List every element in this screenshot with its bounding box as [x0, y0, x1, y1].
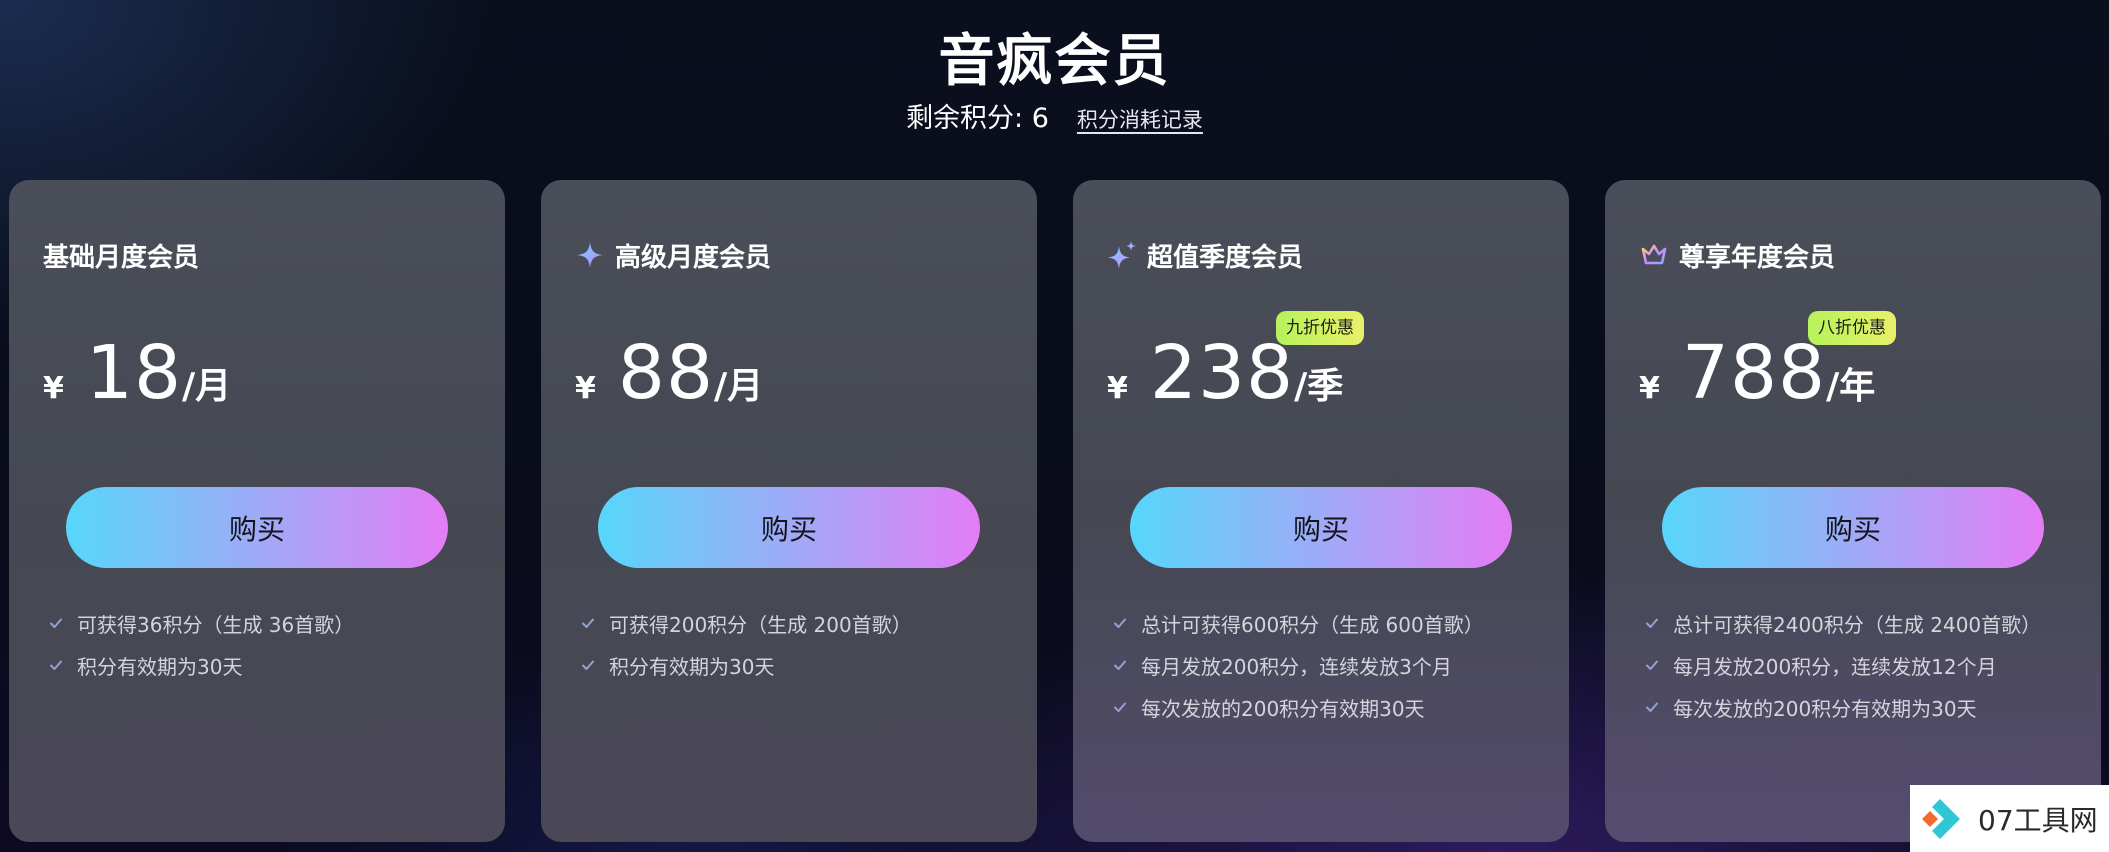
plan-name: 高级月度会员: [615, 242, 772, 273]
list-item: 每次发放的200积分有效期为30天: [1645, 686, 2041, 728]
plan-price: ¥ 18 /月: [43, 328, 231, 418]
check-icon: [49, 658, 63, 672]
plan-title: 超值季度会员: [1107, 235, 1303, 275]
check-icon: [1113, 658, 1127, 672]
plan-title: 高级月度会员: [575, 235, 771, 275]
check-icon: [1645, 658, 1659, 672]
plan-card-basic-monthly: 基础月度会员 ¥ 18 /月 购买 可获得36积分（生成 36首歌） 积分有效期…: [9, 180, 505, 842]
buy-button-basic-monthly[interactable]: 购买: [66, 487, 448, 568]
points-history-link[interactable]: 积分消耗记录: [1077, 104, 1203, 134]
double-sparkle-icon: [1107, 240, 1137, 270]
check-icon: [49, 616, 63, 630]
list-item: 每次发放的200积分有效期30天: [1113, 686, 1484, 728]
check-icon: [1113, 616, 1127, 630]
price-period: /月: [182, 366, 232, 407]
list-item: 每月发放200积分，连续发放12个月: [1645, 644, 2041, 686]
page-header: 音疯会员 剩余积分: 6 积分消耗记录: [0, 22, 2109, 135]
plan-price: ¥ 788 /年: [1639, 328, 1875, 418]
page-title: 音疯会员: [938, 29, 1171, 94]
feature-text: 积分有效期为30天: [77, 654, 243, 679]
price-period: /月: [714, 366, 764, 407]
check-icon: [1645, 700, 1659, 714]
feature-text: 每月发放200积分，连续发放12个月: [1673, 654, 1997, 679]
price-amount: 788: [1681, 330, 1827, 416]
list-item: 积分有效期为30天: [581, 644, 912, 686]
list-item: 可获得200积分（生成 200首歌）: [581, 602, 912, 644]
list-item: 总计可获得600积分（生成 600首歌）: [1113, 602, 1484, 644]
feature-text: 每次发放的200积分有效期30天: [1141, 696, 1425, 721]
plan-title: 尊享年度会员: [1639, 235, 1835, 275]
plan-title: 基础月度会员: [43, 235, 199, 275]
list-item: 可获得36积分（生成 36首歌）: [49, 602, 354, 644]
currency-symbol: ¥: [1639, 371, 1660, 406]
plan-price: ¥ 88 /月: [575, 328, 763, 418]
check-icon: [581, 616, 595, 630]
buy-button-premium-annual[interactable]: 购买: [1662, 487, 2044, 568]
plan-card-premium-monthly: 高级月度会员 ¥ 88 /月 购买 可获得200积分（生成 200首歌） 积分有…: [541, 180, 1037, 842]
watermark-logo-icon: [1922, 798, 1960, 839]
feature-text: 积分有效期为30天: [609, 654, 775, 679]
feature-list: 可获得200积分（生成 200首歌） 积分有效期为30天: [581, 602, 912, 686]
sparkle-icon: [575, 240, 605, 270]
check-icon: [581, 658, 595, 672]
watermark-text: 07工具网: [1978, 803, 2098, 837]
price-period: /年: [1826, 366, 1876, 407]
feature-text: 可获得200积分（生成 200首歌）: [609, 612, 912, 637]
feature-list: 总计可获得2400积分（生成 2400首歌） 每月发放200积分，连续发放12个…: [1645, 602, 2041, 728]
price-amount: 18: [85, 330, 183, 416]
plan-card-value-quarterly: 超值季度会员 九折优惠 ¥ 238 /季 购买 总计可获得600积分（生成 60…: [1073, 180, 1569, 842]
feature-list: 可获得36积分（生成 36首歌） 积分有效期为30天: [49, 602, 354, 686]
feature-text: 每月发放200积分，连续发放3个月: [1141, 654, 1452, 679]
crown-icon: [1639, 240, 1669, 270]
price-amount: 238: [1149, 330, 1295, 416]
buy-button-premium-monthly[interactable]: 购买: [598, 487, 980, 568]
list-item: 积分有效期为30天: [49, 644, 354, 686]
plan-name: 尊享年度会员: [1679, 242, 1836, 273]
feature-text: 每次发放的200积分有效期为30天: [1673, 696, 1977, 721]
plan-card-premium-annual: 尊享年度会员 八折优惠 ¥ 788 /年 购买 总计可获得2400积分（生成 2…: [1605, 180, 2101, 842]
plan-price: ¥ 238 /季: [1107, 328, 1343, 418]
price-amount: 88: [617, 330, 715, 416]
feature-text: 可获得36积分（生成 36首歌）: [77, 612, 355, 637]
remaining-points: 剩余积分: 6: [906, 103, 1049, 134]
list-item: 每月发放200积分，连续发放3个月: [1113, 644, 1484, 686]
list-item: 总计可获得2400积分（生成 2400首歌）: [1645, 602, 2041, 644]
currency-symbol: ¥: [1107, 371, 1128, 406]
price-period: /季: [1294, 366, 1344, 407]
check-icon: [1113, 700, 1127, 714]
check-icon: [1645, 616, 1659, 630]
currency-symbol: ¥: [575, 371, 596, 406]
plan-name: 超值季度会员: [1147, 242, 1304, 273]
feature-text: 总计可获得2400积分（生成 2400首歌）: [1673, 612, 2042, 637]
feature-list: 总计可获得600积分（生成 600首歌） 每月发放200积分，连续发放3个月 每…: [1113, 602, 1484, 728]
feature-text: 总计可获得600积分（生成 600首歌）: [1141, 612, 1484, 637]
site-watermark: 07工具网: [1910, 785, 2109, 852]
currency-symbol: ¥: [43, 371, 64, 406]
plan-name: 基础月度会员: [43, 242, 200, 273]
buy-button-value-quarterly[interactable]: 购买: [1130, 487, 1512, 568]
